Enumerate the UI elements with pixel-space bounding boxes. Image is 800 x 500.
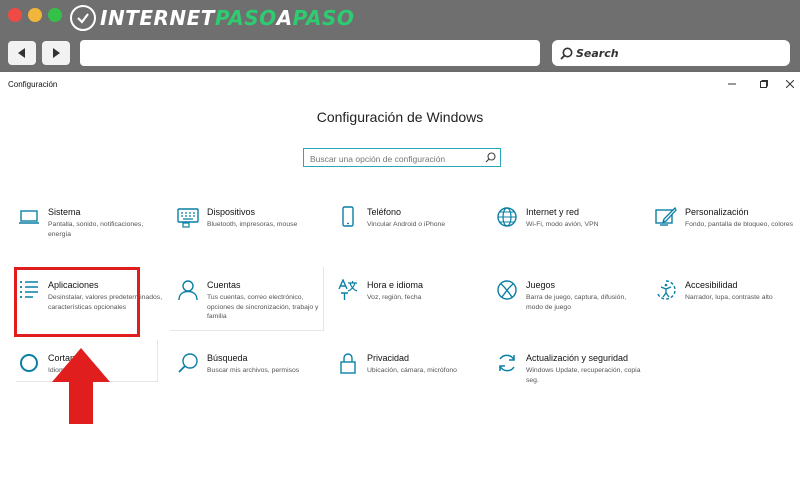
site-logo: INTERNETPASOAPASO (70, 3, 354, 33)
tile-cuentas[interactable]: Cuentas Tus cuentas, correo electrónico,… (177, 279, 327, 339)
tile-sistema[interactable]: Sistema Pantalla, sonido, notificaciones… (18, 206, 168, 266)
settings-window: Configuración Configuración de Windows S… (0, 72, 800, 500)
window-title: Configuración (8, 80, 58, 89)
zoom-window-button[interactable] (48, 8, 62, 22)
tile-privacidad[interactable]: Privacidad Ubicación, cámara, micrófono (337, 352, 487, 412)
tile-personalizacion[interactable]: Personalización Fondo, pantalla de bloqu… (655, 206, 800, 266)
browser-titlebar: INTERNETPASOAPASO (0, 0, 800, 36)
tile-busqueda[interactable]: Búsqueda Buscar mis archivos, permisos (177, 352, 327, 412)
close-icon (786, 80, 794, 88)
tile-accesibilidad[interactable]: Accesibilidad Narrador, lupa, contraste … (655, 279, 800, 339)
minimize-button[interactable] (722, 76, 742, 92)
tile-internet-red[interactable]: Internet y red Wi-Fi, modo avión, VPN (496, 206, 646, 266)
xbox-icon (497, 280, 517, 300)
arrow-right-icon (53, 48, 60, 58)
globe-icon (497, 207, 517, 227)
settings-search-box[interactable] (303, 148, 501, 168)
time-language-icon (338, 279, 358, 300)
lock-icon (340, 353, 356, 374)
search-icon (178, 353, 198, 373)
minimize-icon (728, 83, 736, 85)
accessibility-icon (656, 280, 676, 300)
highlight-box (14, 267, 140, 337)
minimize-window-button[interactable] (28, 8, 42, 22)
search-icon (485, 152, 496, 163)
maximize-button[interactable] (754, 76, 774, 92)
logo-text: INTERNETPASOAPASO (100, 6, 355, 30)
browser-search-label: Search (576, 46, 619, 60)
check-icon (70, 5, 96, 31)
back-button[interactable] (8, 41, 36, 65)
person-icon (178, 280, 198, 301)
paint-icon (655, 206, 677, 226)
browser-toolbar: Search (0, 36, 800, 70)
tile-juegos[interactable]: Juegos Barra de juego, captura, difusión… (496, 279, 646, 339)
tile-hora-idioma[interactable]: Hora e idioma Voz, región, fecha (337, 279, 487, 339)
page-title: Configuración de Windows (316, 109, 484, 125)
restore-icon (760, 80, 768, 88)
tile-dispositivos[interactable]: Dispositivos Bluetooth, impresoras, mous… (177, 206, 327, 266)
red-arrow-annotation (52, 348, 110, 424)
settings-search-input[interactable] (304, 150, 474, 168)
address-bar[interactable] (80, 40, 540, 66)
update-icon (499, 354, 515, 372)
forward-button[interactable] (42, 41, 70, 65)
browser-search-bar[interactable]: Search (552, 40, 790, 66)
laptop-icon (19, 210, 39, 224)
phone-icon (342, 206, 354, 227)
tile-actualizacion-seguridad[interactable]: Actualización y seguridad Windows Update… (496, 352, 646, 412)
tile-telefono[interactable]: Teléfono Vincular Android o iPhone (337, 206, 487, 266)
magnifier-icon (560, 47, 573, 60)
cortana-icon (20, 354, 38, 372)
close-button[interactable] (780, 76, 800, 92)
close-window-button[interactable] (8, 8, 22, 22)
keyboard-icon (177, 208, 199, 228)
arrow-left-icon (18, 48, 25, 58)
